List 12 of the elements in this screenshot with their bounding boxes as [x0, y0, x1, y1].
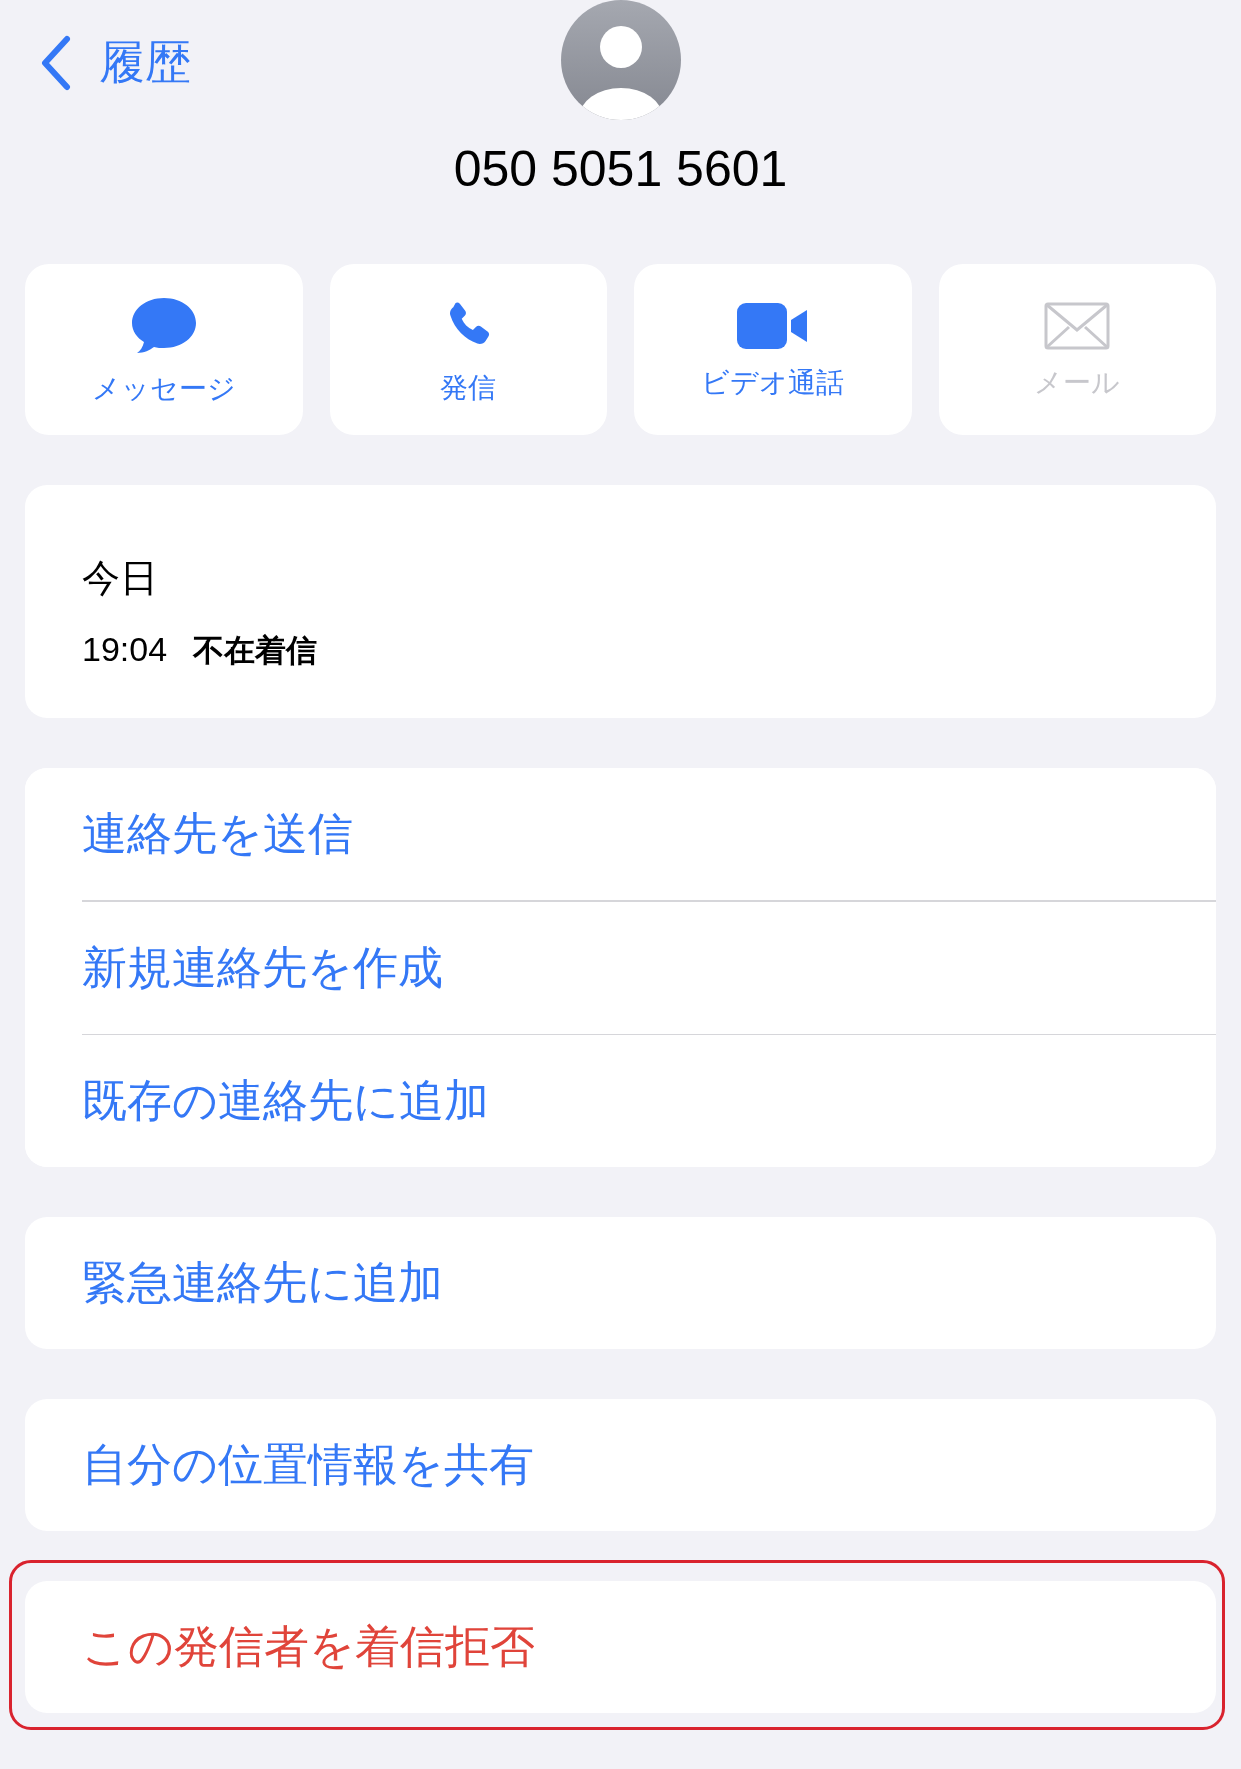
chevron-left-icon [39, 35, 71, 91]
call-time: 19:04 [82, 630, 168, 669]
call-type: 不在着信 [193, 631, 318, 670]
phone-number: 050 5051 5601 [452, 140, 789, 198]
back-button[interactable]: 履歴 [39, 32, 191, 94]
history-day: 今日 [82, 553, 1216, 604]
video-action-button[interactable]: ビデオ通話 [634, 264, 912, 435]
call-action-button[interactable]: 発信 [329, 264, 607, 435]
message-action-button[interactable]: メッセージ [25, 264, 303, 435]
envelope-icon [1044, 302, 1111, 350]
speech-bubble-icon [129, 296, 198, 356]
video-camera-icon [735, 302, 810, 350]
